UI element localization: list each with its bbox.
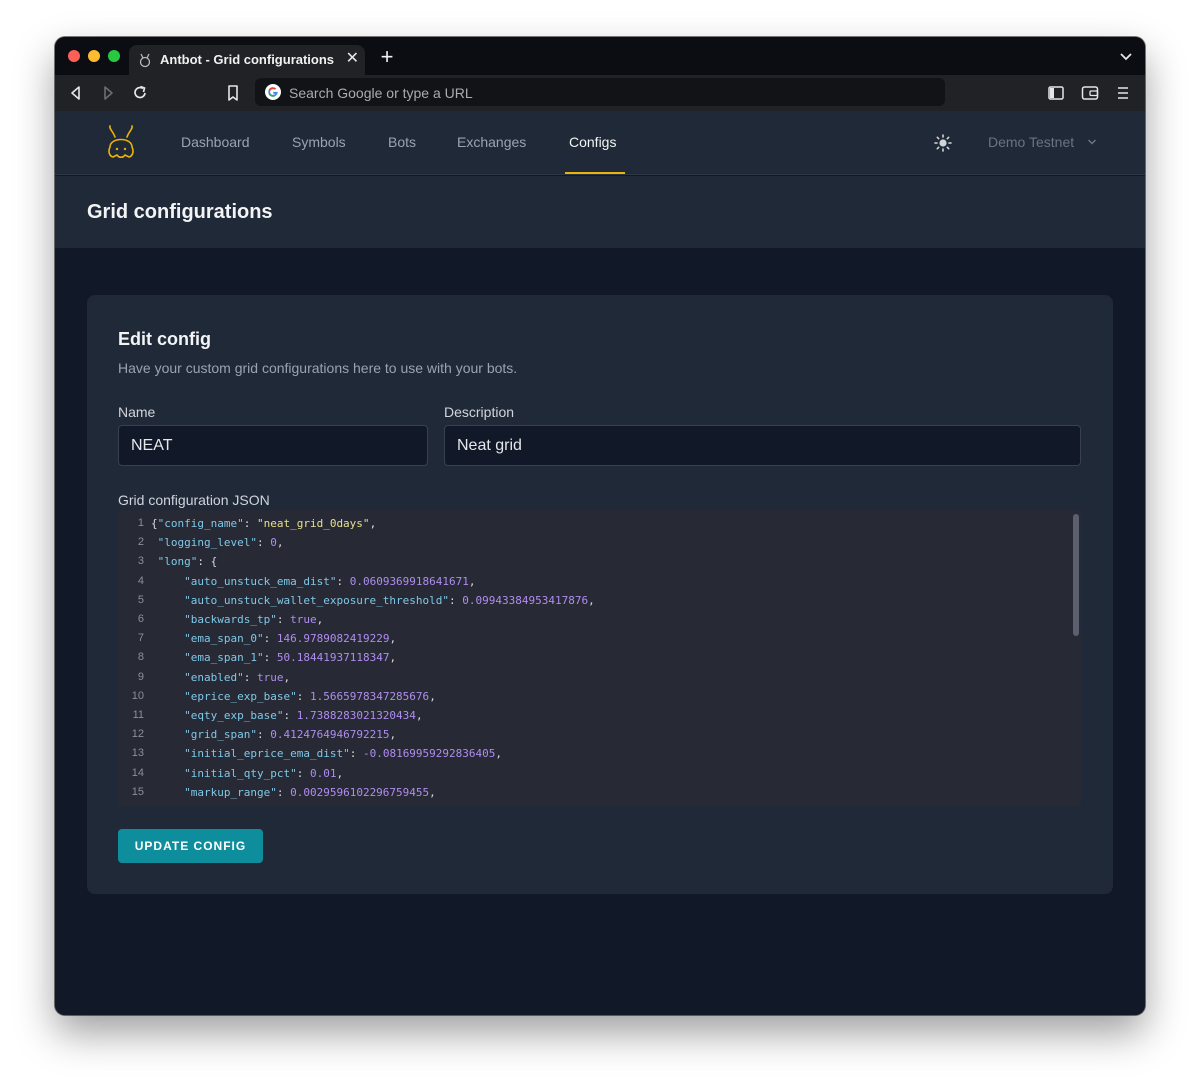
line-code: "auto_unstuck_ema_dist": 0.0609369918641… (184, 574, 476, 588)
back-icon[interactable] (65, 82, 87, 104)
line-number: 2 (137, 536, 144, 549)
line-number: 1 (137, 517, 144, 529)
card-subtitle: Have your custom grid configurations her… (118, 360, 518, 376)
editor-line: 7 "ema_span_0": 146.9789082419229, (118, 629, 1081, 648)
maximize-window-button[interactable] (108, 50, 120, 62)
line-number: 8 (137, 651, 144, 664)
bookmark-icon[interactable] (222, 82, 244, 104)
line-code: "auto_unstuck_wallet_exposure_threshold"… (184, 593, 595, 607)
google-icon (265, 84, 281, 100)
line-number: 13 (131, 747, 144, 760)
nav-link-dashboard[interactable]: Dashboard (181, 134, 250, 150)
address-bar[interactable]: Search Google or type a URL (255, 78, 945, 106)
line-code: "eqty_exp_base": 1.7388283021320434, (184, 709, 423, 722)
top-navbar: Dashboard Symbols Bots Exchanges Configs… (55, 111, 1145, 175)
nav-link-configs[interactable]: Configs (569, 134, 616, 150)
editor-line: 13 "initial_eprice_ema_dist": -0.0816995… (118, 744, 1081, 763)
editor-scrollbar[interactable] (1073, 514, 1079, 636)
line-code: {"config_name": "neat_grid_0days", (151, 517, 377, 530)
name-label: Name (118, 404, 156, 420)
page-header: Grid configurations (55, 176, 1145, 248)
sun-icon[interactable] (933, 133, 953, 153)
editor-line: 4 "auto_unstuck_ema_dist": 0.06093699186… (118, 572, 1081, 591)
json-label: Grid configuration JSON (118, 492, 270, 508)
minimize-window-button[interactable] (88, 50, 100, 62)
line-number: 9 (137, 670, 144, 683)
line-code: "initial_qty_pct": 0.01, (184, 766, 344, 780)
editor-line: 2 "logging_level": 0, (118, 533, 1081, 552)
antbot-logo-icon[interactable] (103, 123, 139, 163)
line-number: 10 (131, 689, 144, 702)
tab-close-icon[interactable]: ✕ (346, 50, 359, 68)
active-nav-indicator (565, 172, 625, 174)
line-number: 4 (137, 574, 144, 587)
menu-icon[interactable] (1112, 82, 1134, 104)
editor-line: 15 "markup_range": 0.0029596102296759455… (118, 783, 1081, 802)
description-label: Description (444, 404, 515, 420)
editor-line: 12 "grid_span": 0.4124764946792215, (118, 725, 1081, 744)
json-code-editor[interactable]: 1 {"config_name": "neat_grid_0days", 2 "lo… (118, 510, 1081, 806)
reload-icon[interactable] (129, 82, 151, 104)
account-selector[interactable]: Demo Testnet (988, 134, 1074, 150)
nav-link-exchanges[interactable]: Exchanges (457, 134, 526, 150)
line-number: 3 (137, 555, 144, 568)
editor-line: 14 "initial_qty_pct": 0.01, (118, 764, 1081, 783)
browser-tabbar: Antbot - Grid configurations ✕ + (55, 37, 1145, 75)
browser-toolbar: Search Google or type a URL (55, 75, 1145, 111)
editor-line: 3 "long": { (118, 552, 1081, 571)
nav-link-bots[interactable]: Bots (388, 134, 416, 150)
close-window-button[interactable] (68, 50, 80, 62)
card-title: Edit config (118, 329, 211, 349)
editor-line: 10 "eprice_exp_base": 1.5665978347285676… (118, 687, 1081, 706)
line-number: 7 (137, 632, 144, 645)
page-title: Grid configurations (87, 201, 273, 223)
name-input[interactable] (118, 425, 428, 466)
wallet-icon[interactable] (1079, 82, 1101, 104)
app-root: Dashboard Symbols Bots Exchanges Configs… (55, 111, 1145, 1015)
line-code: "ema_span_1": 50.18441937118347, (184, 651, 397, 665)
line-code: "backwards_tp": true, (184, 613, 324, 626)
address-bar-placeholder: Search Google or type a URL (289, 85, 473, 101)
line-code: "enabled": true, (184, 670, 291, 684)
editor-line: 5 "auto_unstuck_wallet_exposure_threshol… (118, 591, 1081, 610)
browser-window: Antbot - Grid configurations ✕ + Search … (55, 37, 1145, 1015)
nav-link-symbols[interactable]: Symbols (292, 134, 346, 150)
editor-line: 1 {"config_name": "neat_grid_0days", (118, 514, 1081, 533)
line-code: "initial_eprice_ema_dist": -0.0816995929… (184, 747, 503, 761)
chevron-down-icon[interactable] (1117, 47, 1135, 65)
line-number: 15 (131, 785, 144, 798)
line-number: 11 (132, 709, 144, 721)
line-number: 6 (137, 613, 144, 625)
editor-line: 8 "ema_span_1": 50.18441937118347, (118, 648, 1081, 667)
ant-favicon-icon (139, 53, 151, 68)
line-number: 12 (131, 728, 144, 741)
editor-line: 6 "backwards_tp": true, (118, 610, 1081, 629)
line-number: 14 (131, 766, 144, 779)
line-code: "logging_level": 0, (157, 536, 284, 550)
line-code: "eprice_exp_base": 1.5665978347285676, (184, 689, 436, 703)
browser-tab[interactable]: Antbot - Grid configurations ✕ (129, 45, 365, 75)
edit-config-card: Edit config Have your custom grid config… (87, 295, 1113, 894)
new-tab-button[interactable]: + (375, 45, 399, 69)
tab-title: Antbot - Grid configurations (160, 52, 335, 67)
chevron-down-icon[interactable] (1087, 138, 1097, 146)
line-code: "grid_span": 0.4124764946792215, (184, 728, 397, 742)
line-code: "markup_range": 0.0029596102296759455, (184, 785, 436, 799)
update-config-button[interactable]: UPDATE CONFIG (118, 829, 263, 863)
sidebar-icon[interactable] (1045, 82, 1067, 104)
editor-line: 11 "eqty_exp_base": 1.7388283021320434, (118, 706, 1081, 725)
editor-line: 9 "enabled": true, (118, 668, 1081, 687)
line-number: 5 (137, 593, 144, 606)
description-input[interactable] (444, 425, 1081, 466)
line-code: "long": { (157, 555, 218, 569)
forward-icon[interactable] (97, 82, 119, 104)
line-code: "ema_span_0": 146.9789082419229, (184, 632, 397, 646)
